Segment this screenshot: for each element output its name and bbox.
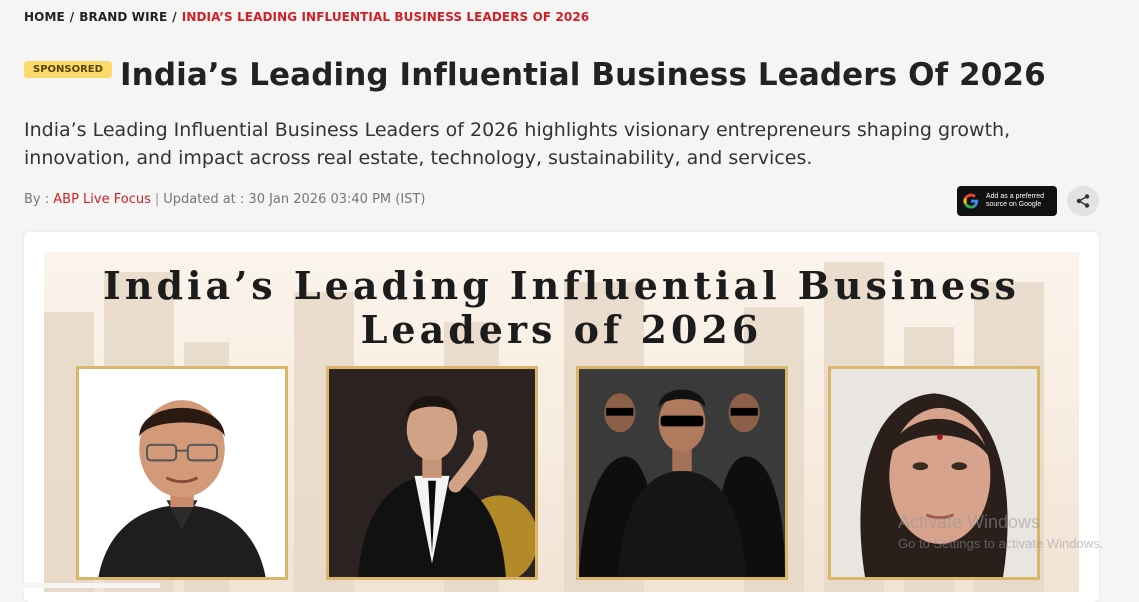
portrait-illustration: [329, 369, 535, 577]
page-title: India’s Leading Influential Business Lea…: [120, 57, 1046, 93]
google-label-line1: Add as a preferred: [986, 192, 1044, 200]
leader-portrait-1: [76, 366, 288, 580]
share-button[interactable]: [1067, 186, 1099, 216]
portrait-illustration: [579, 369, 785, 577]
watermark-line2: Go to Settings to activate Windows.: [898, 536, 1104, 551]
breadcrumb-brand-wire[interactable]: BRAND WIRE: [79, 10, 167, 24]
byline: By : ABP Live Focus | Updated at : 30 Jan …: [24, 192, 425, 207]
watermark-line1: Activate Windows: [898, 512, 1041, 532]
google-preferred-source-button[interactable]: Add as a preferred source on Google: [957, 186, 1057, 216]
leader-portrait-2: [326, 366, 538, 580]
breadcrumb-home[interactable]: HOME: [24, 10, 65, 24]
updated-timestamp: Updated at : 30 Jan 2026 03:40 PM (IST): [163, 192, 426, 207]
google-button-label: Add as a preferred source on Google: [986, 193, 1044, 210]
banner-title-line1: India’s Leading Influential Business: [103, 263, 1020, 308]
article-summary: India’s Leading Influential Business Lea…: [24, 119, 1011, 169]
banner-title-line2: Leaders of 2026: [360, 307, 763, 352]
portrait-illustration: [79, 369, 285, 577]
share-icon: [1076, 194, 1090, 208]
bottom-bar: [0, 583, 160, 588]
byline-divider: |: [154, 192, 160, 207]
byline-prefix: By :: [24, 192, 50, 207]
windows-activation-watermark: Activate Windows Go to Settings to activ…: [898, 512, 1103, 551]
title-row: SPONSORED India’s Leading Influential Bu…: [24, 56, 1046, 94]
sponsored-badge: SPONSORED: [24, 60, 112, 78]
breadcrumb-separator: /: [69, 10, 75, 24]
breadcrumb: HOME / BRAND WIRE / INDIA’S LEADING INFLUENT…: [24, 10, 589, 24]
breadcrumb-current: INDIA’S LEADING INFLUENTIAL BUSINESS LEA…: [181, 10, 590, 24]
author-link[interactable]: ABP Live Focus: [53, 192, 151, 207]
google-label-line2: source on Google: [986, 201, 1042, 208]
breadcrumb-separator: /: [172, 10, 177, 24]
google-icon: [963, 193, 979, 209]
leader-portrait-3: [576, 366, 788, 580]
